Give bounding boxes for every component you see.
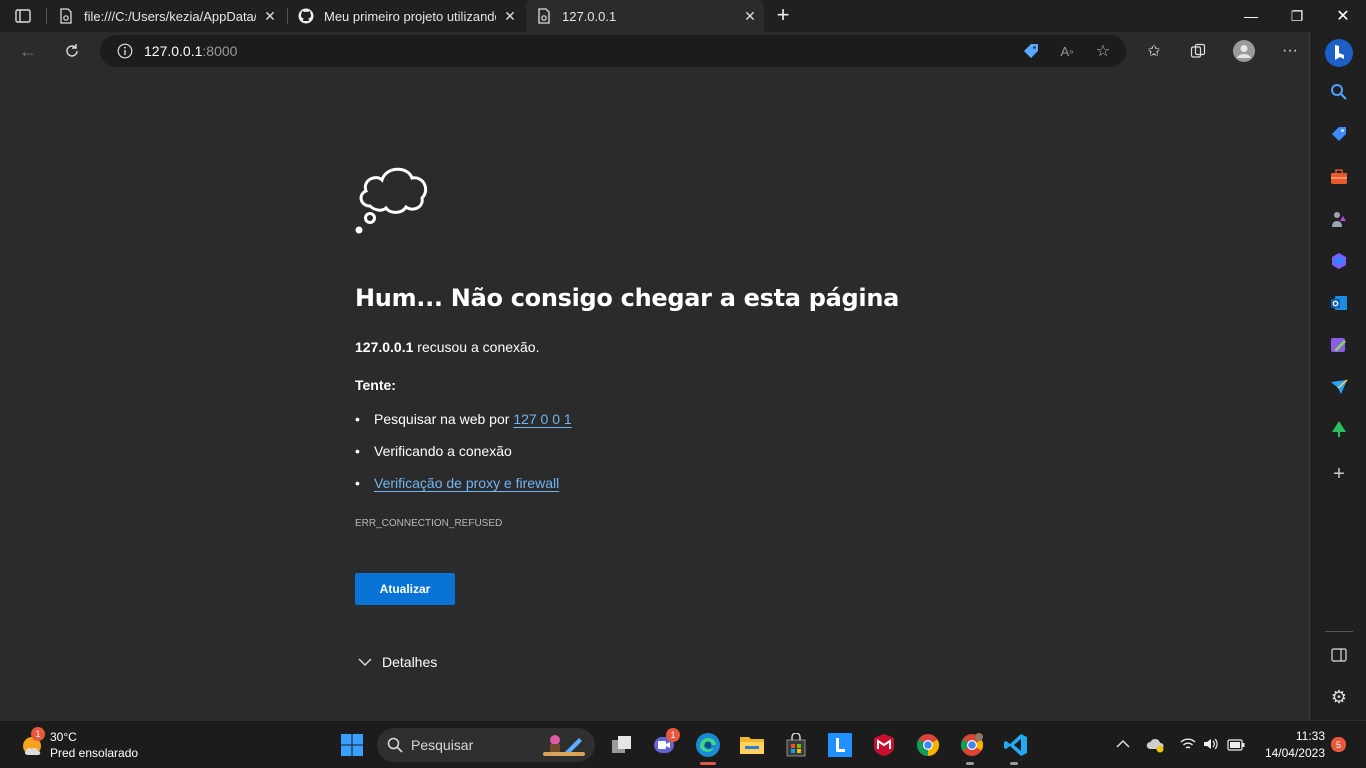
search-web-link[interactable]: 127 0 0 1 xyxy=(513,411,571,427)
chevron-down-icon xyxy=(358,654,372,670)
mcafee-icon[interactable] xyxy=(870,731,898,759)
tab-actions-icon[interactable] xyxy=(14,7,32,25)
chrome-running-indicator xyxy=(966,762,974,765)
notification-badge[interactable]: 5 xyxy=(1331,737,1346,752)
clock-time: 11:33 xyxy=(1295,729,1325,743)
tab-title: 127.0.0.1 xyxy=(562,8,617,24)
taskbar: 1 30°C Pred ensolarado Pesquisar 1 11:33… xyxy=(0,720,1366,768)
tab-title: Meu primeiro projeto utilizando o xyxy=(324,8,496,24)
battery-icon[interactable] xyxy=(1227,738,1245,756)
volume-icon[interactable] xyxy=(1203,737,1219,756)
games-icon[interactable] xyxy=(1327,207,1351,231)
tools-icon[interactable] xyxy=(1327,165,1351,189)
refused-text: recusou a conexão. xyxy=(413,339,540,355)
tab-strip: file:///C:/Users/kezia/AppData/Lo ✕ Meu … xyxy=(0,0,1366,32)
profile-avatar[interactable] xyxy=(1228,35,1260,67)
hide-sidebar-icon[interactable] xyxy=(1327,643,1351,667)
address-bar[interactable]: 127.0.0.1:8000 xyxy=(100,35,1126,67)
page-title: Hum... Não consigo chegar a esta página xyxy=(355,284,900,312)
teams-badge: 1 xyxy=(666,728,680,742)
new-tab-button[interactable]: + xyxy=(772,4,794,26)
refused-message: 127.0.0.1 recusou a conexão. xyxy=(355,339,539,355)
vscode-running-indicator xyxy=(1010,762,1018,765)
info-icon[interactable] xyxy=(116,42,134,60)
back-button[interactable]: ← xyxy=(12,35,44,67)
weather-widget[interactable]: 1 30°C Pred ensolarado xyxy=(20,727,160,763)
file-icon xyxy=(536,8,552,24)
edge-active-indicator xyxy=(700,762,716,765)
suggestion-proxy: • Verificação de proxy e firewall xyxy=(355,475,560,491)
chevron-up-icon[interactable] xyxy=(1116,736,1130,754)
wifi-icon[interactable] xyxy=(1180,737,1196,756)
close-window-button[interactable]: ✕ xyxy=(1320,0,1366,32)
tab-title: file:///C:/Users/kezia/AppData/Lo xyxy=(84,8,256,24)
suggestion-search-prefix: Pesquisar na web por xyxy=(374,411,514,427)
clock-date: 14/04/2023 xyxy=(1264,746,1325,760)
url-text[interactable]: 127.0.0.1:8000 xyxy=(144,43,237,59)
favorites-icon[interactable]: ✩ xyxy=(1138,35,1170,67)
weather-badge: 1 xyxy=(31,727,45,741)
clock[interactable]: 11:33 14/04/2023 xyxy=(1255,729,1325,760)
more-options-icon[interactable]: ··· xyxy=(1274,35,1306,67)
search-highlight-icon xyxy=(541,732,587,763)
try-label: Tente: xyxy=(355,377,396,393)
weather-temp: 30°C xyxy=(50,730,77,744)
file-icon xyxy=(58,8,74,24)
bing-icon[interactable] xyxy=(1324,38,1354,68)
github-icon xyxy=(298,8,314,24)
edge-taskbar-icon[interactable] xyxy=(694,731,722,759)
outlook-icon[interactable] xyxy=(1327,291,1351,315)
l-app-icon[interactable] xyxy=(826,731,854,759)
details-label: Detalhes xyxy=(382,654,438,670)
read-aloud-icon[interactable]: A» xyxy=(1051,35,1083,67)
teams-chat-icon[interactable]: 1 xyxy=(650,728,680,759)
search-icon xyxy=(387,737,403,753)
office-icon[interactable] xyxy=(1327,249,1351,273)
close-icon[interactable]: ✕ xyxy=(736,2,764,30)
settings-gear-icon[interactable]: ⚙ xyxy=(1327,685,1351,709)
check-connection-text: Verificando a conexão xyxy=(374,443,512,459)
refresh-icon[interactable] xyxy=(56,35,88,67)
suggestion-connection: • Verificando a conexão xyxy=(355,443,512,459)
send-icon[interactable] xyxy=(1327,375,1351,399)
sidebar-divider xyxy=(1325,631,1353,632)
close-icon[interactable]: ✕ xyxy=(256,2,284,30)
tab-github[interactable]: Meu primeiro projeto utilizando o ✕ xyxy=(288,0,524,32)
chrome-icon[interactable] xyxy=(914,731,942,759)
shopping-tag-icon[interactable] xyxy=(1327,122,1351,146)
tree-icon[interactable] xyxy=(1327,417,1351,441)
taskbar-search[interactable]: Pesquisar xyxy=(377,728,595,762)
details-toggle[interactable]: Detalhes xyxy=(358,654,437,670)
coupon-tag-icon[interactable] xyxy=(1015,35,1047,67)
chrome-profile-icon[interactable] xyxy=(958,731,986,759)
refused-host: 127.0.0.1 xyxy=(355,339,414,355)
collections-icon[interactable] xyxy=(1182,35,1214,67)
suggestion-search: • Pesquisar na web por 127 0 0 1 xyxy=(355,411,572,427)
error-code: ERR_CONNECTION_REFUSED xyxy=(355,518,503,529)
start-button[interactable] xyxy=(338,731,366,759)
refresh-button[interactable]: Atualizar xyxy=(355,573,455,605)
search-label: Pesquisar xyxy=(411,737,474,753)
search-icon[interactable] xyxy=(1327,80,1351,104)
restore-button[interactable]: ❐ xyxy=(1274,0,1320,32)
microsoft-store-icon[interactable] xyxy=(782,731,810,759)
tab-localhost[interactable]: 127.0.0.1 ✕ xyxy=(526,0,764,32)
file-explorer-icon[interactable] xyxy=(738,731,766,759)
proxy-firewall-link[interactable]: Verificação de proxy e firewall xyxy=(374,475,559,491)
edge-sidebar: + ⚙ xyxy=(1309,32,1366,720)
onedrive-icon[interactable] xyxy=(1146,737,1166,758)
add-favorite-icon[interactable]: ☆ xyxy=(1087,35,1119,67)
page-content xyxy=(0,70,1309,720)
weather-description: Pred ensolarado xyxy=(50,746,139,760)
thought-cloud-icon xyxy=(352,158,432,243)
vscode-icon[interactable] xyxy=(1002,731,1030,759)
tab-file[interactable]: file:///C:/Users/kezia/AppData/Lo ✕ xyxy=(48,0,284,32)
task-view-icon[interactable] xyxy=(608,731,636,759)
navigation-toolbar: ← 127.0.0.1:8000 A» ☆ ✩ ··· xyxy=(0,32,1366,70)
close-icon[interactable]: ✕ xyxy=(496,2,524,30)
minimize-button[interactable]: — xyxy=(1228,0,1274,32)
add-icon[interactable]: + xyxy=(1327,462,1351,486)
designer-icon[interactable] xyxy=(1327,333,1351,357)
